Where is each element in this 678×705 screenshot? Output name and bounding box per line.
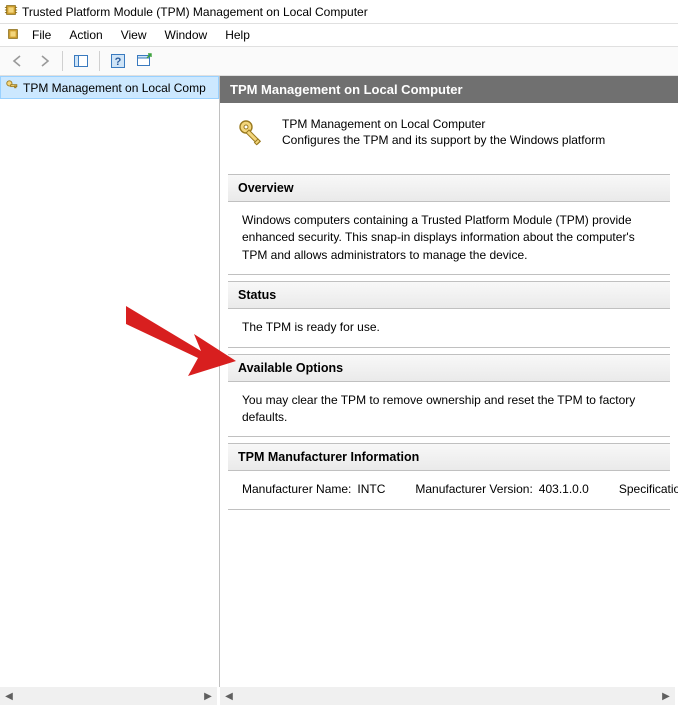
section-body-manufacturer: Manufacturer Name: INTC Manufacturer Ver… — [228, 471, 670, 508]
new-window-button[interactable] — [132, 49, 156, 73]
intro-row: TPM Management on Local Computer Configu… — [220, 103, 678, 168]
section-body-options: You may clear the TPM to remove ownershi… — [228, 382, 670, 437]
help-button[interactable]: ? — [106, 49, 130, 73]
menu-action[interactable]: Action — [61, 26, 110, 44]
mfr-version-value: 403.1.0.0 — [539, 481, 589, 498]
tpm-key-icon — [5, 79, 19, 96]
scroll-left-button[interactable]: ◀ — [0, 687, 18, 705]
back-button[interactable] — [6, 49, 30, 73]
mfr-name-label: Manufacturer Name: — [242, 481, 351, 498]
section-header-status: Status — [228, 282, 670, 309]
svg-text:?: ? — [115, 56, 122, 68]
intro-title: TPM Management on Local Computer — [282, 117, 605, 131]
tree-pane: TPM Management on Local Comp — [0, 76, 220, 687]
tree-item-tpm-management[interactable]: TPM Management on Local Comp — [0, 76, 219, 99]
main-area: TPM Management on Local Comp TPM Managem… — [0, 76, 678, 687]
menu-file[interactable]: File — [24, 26, 59, 44]
titlebar: Trusted Platform Module (TPM) Management… — [0, 0, 678, 24]
scroll-left-button[interactable]: ◀ — [220, 687, 238, 705]
toolbar-separator — [62, 51, 63, 71]
tpm-chip-icon — [4, 3, 18, 20]
content-pane: TPM Management on Local Computer TPM Man… — [220, 76, 678, 687]
section-options: Available Options You may clear the TPM … — [228, 354, 670, 438]
mfr-name-value: INTC — [357, 481, 385, 498]
intro-subtitle: Configures the TPM and its support by th… — [282, 133, 605, 147]
menu-help[interactable]: Help — [217, 26, 258, 44]
tpm-key-large-icon — [236, 117, 270, 154]
section-body-overview: Windows computers containing a Trusted P… — [228, 202, 670, 274]
mfr-version-label: Manufacturer Version: — [415, 481, 532, 498]
tpm-chip-icon — [6, 27, 20, 44]
intro-text: TPM Management on Local Computer Configu… — [282, 117, 605, 147]
section-header-manufacturer: TPM Manufacturer Information — [228, 444, 670, 471]
content-body: TPM Management on Local Computer Configu… — [220, 103, 678, 684]
section-manufacturer: TPM Manufacturer Information Manufacture… — [228, 443, 670, 509]
menu-view[interactable]: View — [113, 26, 155, 44]
scroll-right-button[interactable]: ▶ — [199, 687, 217, 705]
toolbar-separator — [99, 51, 100, 71]
scroll-right-button[interactable]: ▶ — [657, 687, 675, 705]
forward-button[interactable] — [32, 49, 56, 73]
show-hide-tree-button[interactable] — [69, 49, 93, 73]
mfr-spec-label: Specification Ver — [619, 481, 678, 498]
menubar: File Action View Window Help — [0, 24, 678, 46]
section-header-options: Available Options — [228, 355, 670, 382]
tree-item-label: TPM Management on Local Comp — [23, 81, 206, 95]
section-overview: Overview Windows computers containing a … — [228, 174, 670, 275]
window-title: Trusted Platform Module (TPM) Management… — [22, 5, 368, 19]
content-header: TPM Management on Local Computer — [220, 76, 678, 103]
horizontal-scrollbars: ◀ ▶ ◀ ▶ — [0, 687, 678, 705]
toolbar: ? — [0, 46, 678, 76]
menu-window[interactable]: Window — [157, 26, 216, 44]
section-body-status: The TPM is ready for use. — [228, 309, 670, 346]
section-status: Status The TPM is ready for use. — [228, 281, 670, 347]
section-header-overview: Overview — [228, 175, 670, 202]
